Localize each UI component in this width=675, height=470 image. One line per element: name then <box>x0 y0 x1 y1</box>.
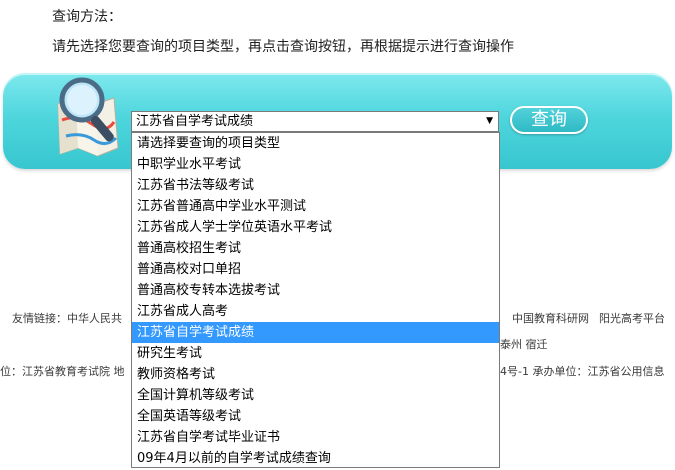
option-self-study-diploma[interactable]: 江苏省自学考试毕业证书 <box>132 427 499 448</box>
option-college-admission[interactable]: 普通高校招生考试 <box>132 238 499 259</box>
magnifier-map-icon <box>57 77 119 157</box>
query-button[interactable]: 查询 <box>510 106 588 134</box>
select-current-value: 江苏省自学考试成绩 <box>136 114 254 129</box>
friend-links-right: 中国教育科研网 阳光高考平台 <box>512 310 675 326</box>
option-legacy-scores[interactable]: 09年4月以前的自学考试成绩查询 <box>132 448 499 469</box>
method-heading: 查询方法： <box>52 9 122 25</box>
option-computer-rank[interactable]: 全国计算机等级考试 <box>132 385 499 406</box>
option-teacher-cert[interactable]: 教师资格考试 <box>132 364 499 385</box>
option-adult-college-exam[interactable]: 江苏省成人高考 <box>132 301 499 322</box>
project-type-select[interactable]: 江苏省自学考试成绩 ▼ <box>131 111 499 132</box>
method-instructions: 请先选择您要查询的项目类型，再点击查询按钮，再根据提示进行查询操作 <box>52 39 514 55</box>
city-links-tail[interactable]: 泰州 宿迁 <box>500 336 548 352</box>
option-graduate-exam[interactable]: 研究生考试 <box>132 343 499 364</box>
friend-links-row: 友情链接：中华人民共 <box>12 310 122 326</box>
option-choose-type[interactable]: 请选择要查询的项目类型 <box>132 133 499 154</box>
option-english-rank[interactable]: 全国英语等级考试 <box>132 406 499 427</box>
option-adult-english[interactable]: 江苏省成人学士学位英语水平考试 <box>132 217 499 238</box>
option-calligraphy-exam[interactable]: 江苏省书法等级考试 <box>132 175 499 196</box>
chevron-down-icon[interactable]: ▼ <box>486 112 493 131</box>
host-unit-left: 位：江苏省教育考试院 地 <box>0 365 125 378</box>
option-highschool-test[interactable]: 江苏省普通高中学业水平测试 <box>132 196 499 217</box>
option-transfer-exam[interactable]: 普通高校专转本选拔考试 <box>132 280 499 301</box>
link-gaokao[interactable]: 阳光高考平台 <box>599 312 665 325</box>
option-vocational-exam[interactable]: 中职学业水平考试 <box>132 154 499 175</box>
option-counterpart-admission[interactable]: 普通高校对口单招 <box>132 259 499 280</box>
option-self-study-scores[interactable]: 江苏省自学考试成绩 <box>132 322 499 343</box>
host-unit-right: 4号-1 承办单位：江苏省公用信息 <box>500 365 665 378</box>
link-cernet[interactable]: 中国教育科研网 <box>512 312 589 325</box>
friend-links-label: 友情链接：中华人民共 <box>12 312 122 325</box>
project-type-dropdown[interactable]: 请选择要查询的项目类型 中职学业水平考试 江苏省书法等级考试 江苏省普通高中学业… <box>131 132 500 468</box>
